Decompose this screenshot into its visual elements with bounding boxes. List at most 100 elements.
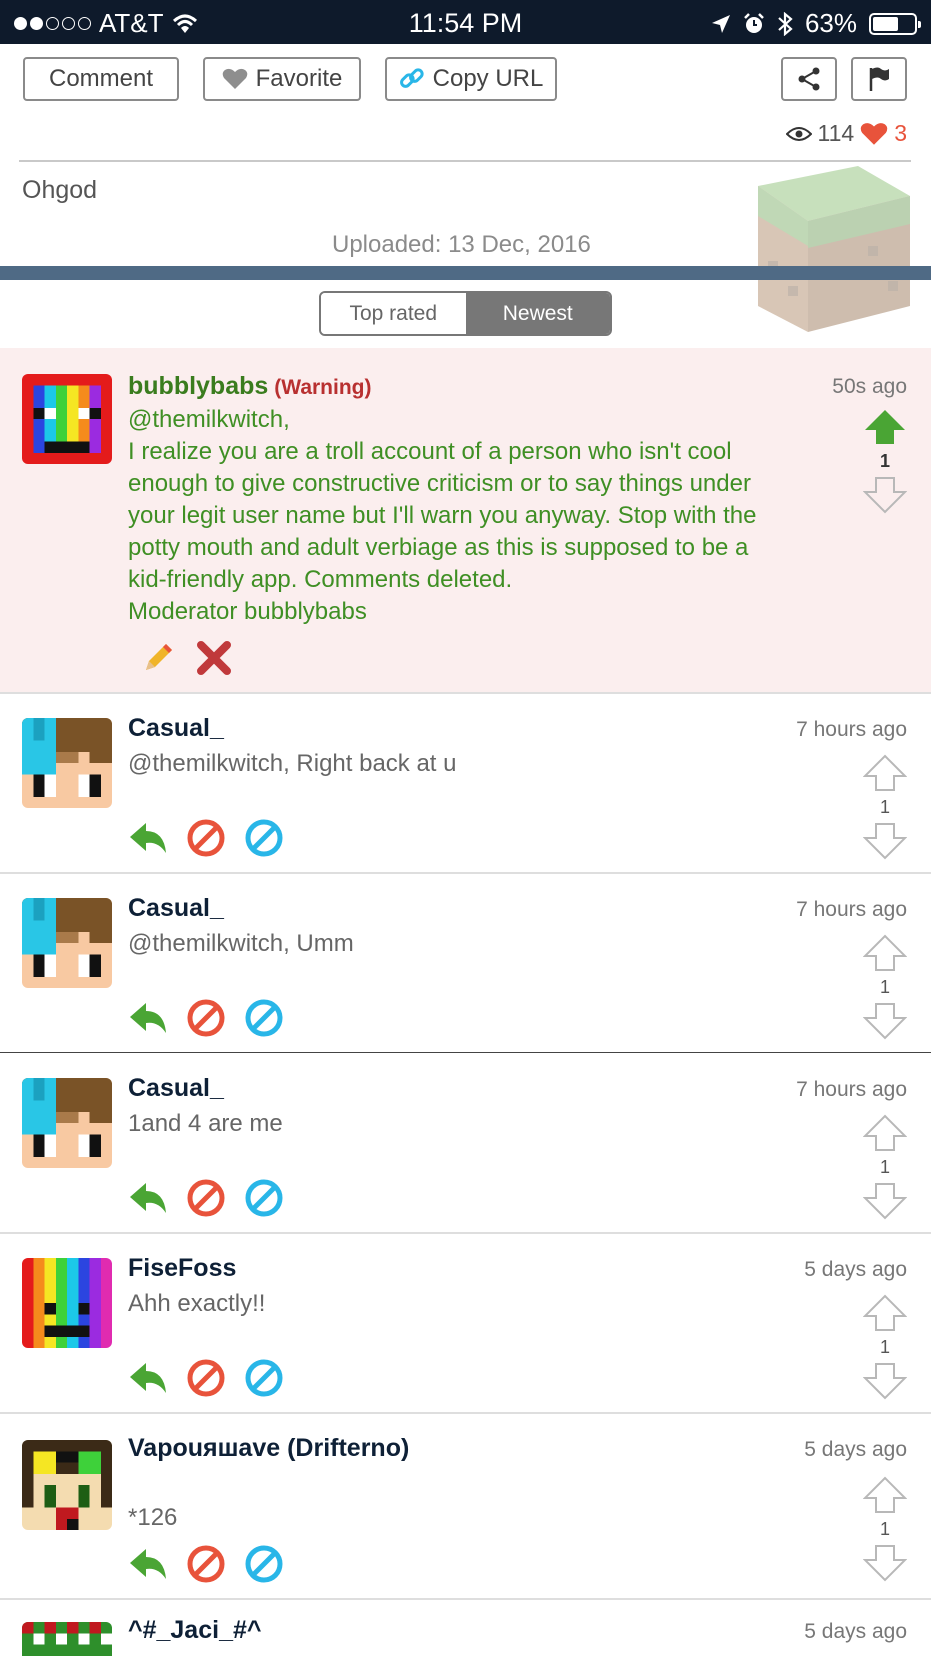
favorite-button-label: Favorite — [255, 65, 343, 92]
share-button[interactable] — [781, 57, 837, 101]
delete-x-icon[interactable] — [196, 640, 232, 676]
avatar — [22, 898, 112, 988]
vote-count: 1 — [879, 1157, 890, 1177]
comment-time: 5 days ago — [804, 1620, 907, 1643]
reply-arrow-icon[interactable] — [128, 821, 168, 855]
ignore-icon[interactable] — [244, 1178, 284, 1218]
post-stats: 114 3 — [785, 120, 907, 147]
reply-arrow-icon[interactable] — [128, 1001, 168, 1035]
comment-username[interactable]: bubblybabs (Warning) — [128, 372, 372, 401]
downvote-arrow-icon[interactable] — [863, 476, 907, 514]
flag-icon — [869, 67, 889, 91]
ignore-icon[interactable] — [244, 1358, 284, 1398]
upvote-arrow-icon[interactable] — [863, 408, 907, 446]
sort-toggle: Top rated Newest — [319, 291, 612, 336]
share-icon — [798, 67, 820, 91]
tab-newest[interactable]: Newest — [465, 293, 610, 334]
divider — [19, 160, 911, 162]
downvote-arrow-icon[interactable] — [863, 1544, 907, 1582]
section-divider — [0, 266, 931, 280]
alarm-icon — [744, 12, 764, 33]
downvote-arrow-icon[interactable] — [863, 1002, 907, 1040]
vote-box: 1 — [863, 754, 907, 860]
comment-actions — [128, 998, 284, 1038]
downvote-arrow-icon[interactable] — [863, 1182, 907, 1220]
vote-count: 1 — [879, 797, 890, 817]
downvote-arrow-icon[interactable] — [863, 1362, 907, 1400]
reply-arrow-icon[interactable] — [128, 1547, 168, 1581]
copy-url-button[interactable]: Copy URL — [385, 57, 557, 101]
reply-arrow-icon[interactable] — [128, 1181, 168, 1215]
comment-username[interactable]: ^#_Jaci_#^ — [128, 1616, 261, 1645]
edit-pencil-icon[interactable] — [140, 640, 176, 676]
grass-block-thumbnail — [758, 166, 910, 332]
ignore-icon[interactable] — [244, 998, 284, 1038]
block-icon[interactable] — [186, 1358, 226, 1398]
ignore-icon[interactable] — [244, 818, 284, 858]
comment-line: potty mouth and adult verbiage as this i… — [128, 534, 749, 561]
comment-username[interactable]: FiseFoss — [128, 1254, 236, 1283]
comment-item: Casual_ 7 hours ago 1and 4 are me 1 — [0, 1054, 931, 1232]
comment-actions — [128, 818, 284, 858]
vote-count: 1 — [879, 1337, 890, 1357]
vote-box: 1 — [863, 1114, 907, 1220]
comment-item: Vapouяшave (Drifterno) *126 5 days ago 1 — [0, 1414, 931, 1598]
warning-label: (Warning) — [274, 376, 372, 399]
comment-actions — [128, 1178, 284, 1218]
block-icon[interactable] — [186, 818, 226, 858]
comment-username[interactable]: Casual_ — [128, 1074, 224, 1103]
comment-username[interactable]: Casual_ — [128, 714, 224, 743]
vote-count: 1 — [879, 977, 890, 997]
divider — [0, 1052, 931, 1053]
comment-text: *126 — [128, 1504, 178, 1531]
block-icon[interactable] — [186, 1178, 226, 1218]
upvote-arrow-icon[interactable] — [863, 1476, 907, 1514]
comment-username[interactable]: Casual_ — [128, 894, 224, 923]
upvote-arrow-icon[interactable] — [863, 754, 907, 792]
comment-button[interactable]: Comment — [23, 57, 179, 101]
comment-time: 7 hours ago — [796, 898, 907, 921]
bluetooth-icon — [778, 11, 793, 36]
comment-item: FiseFoss 5 days ago Ahh exactly!! 1 — [0, 1234, 931, 1412]
comment-text: @themilkwitch, I realize you are a troll… — [128, 404, 756, 628]
downvote-arrow-icon[interactable] — [863, 822, 907, 860]
upload-date: Uploaded: 13 Dec, 2016 — [332, 231, 591, 258]
comment-line: kid-friendly app. Comments deleted. — [128, 566, 513, 593]
upvote-arrow-icon[interactable] — [863, 1114, 907, 1152]
vote-count: 1 — [879, 451, 890, 471]
status-bar: AT&T 11:54 PM 63% — [0, 0, 931, 44]
heart-icon — [860, 122, 888, 145]
comment-time: 50s ago — [832, 375, 907, 398]
comment-text: 1and 4 are me — [128, 1110, 283, 1137]
comment-line: I realize you are a troll account of a p… — [128, 438, 732, 465]
location-arrow-icon — [711, 14, 730, 33]
comment-time: 5 days ago — [804, 1438, 907, 1461]
comment-item: Casual_ 7 hours ago @themilkwitch, Umm 1 — [0, 874, 931, 1052]
avatar — [22, 718, 112, 808]
block-icon[interactable] — [186, 1544, 226, 1584]
vote-box: 1 — [863, 1294, 907, 1400]
comment-actions — [128, 1544, 284, 1584]
ignore-icon[interactable] — [244, 1544, 284, 1584]
favorite-button[interactable]: Favorite — [203, 57, 361, 101]
avatar — [22, 1258, 112, 1348]
comment-username[interactable]: Vapouяшave (Drifterno) — [128, 1434, 409, 1463]
comment-line: your legit user name but I'll warn you a… — [128, 502, 757, 529]
upvote-arrow-icon[interactable] — [863, 1294, 907, 1332]
avatar — [22, 1622, 112, 1656]
comment-username-text: bubblybabs — [128, 372, 269, 400]
comment-button-label: Comment — [48, 65, 154, 92]
comment-text: @themilkwitch, Right back at u — [128, 750, 457, 777]
view-count: 114 — [817, 120, 855, 146]
vote-count: 1 — [879, 1519, 890, 1539]
block-icon[interactable] — [186, 998, 226, 1038]
heart-icon — [222, 68, 247, 89]
comment-item-moderator: bubblybabs (Warning) 50s ago @themilkwitc… — [0, 348, 931, 692]
tab-top-rated[interactable]: Top rated — [321, 293, 466, 334]
vote-box: 1 — [863, 1476, 907, 1582]
post-title: Ohgod — [22, 176, 98, 204]
upvote-arrow-icon[interactable] — [863, 934, 907, 972]
report-flag-button[interactable] — [851, 57, 907, 101]
reply-arrow-icon[interactable] — [128, 1361, 168, 1395]
comment-actions — [128, 1358, 284, 1398]
